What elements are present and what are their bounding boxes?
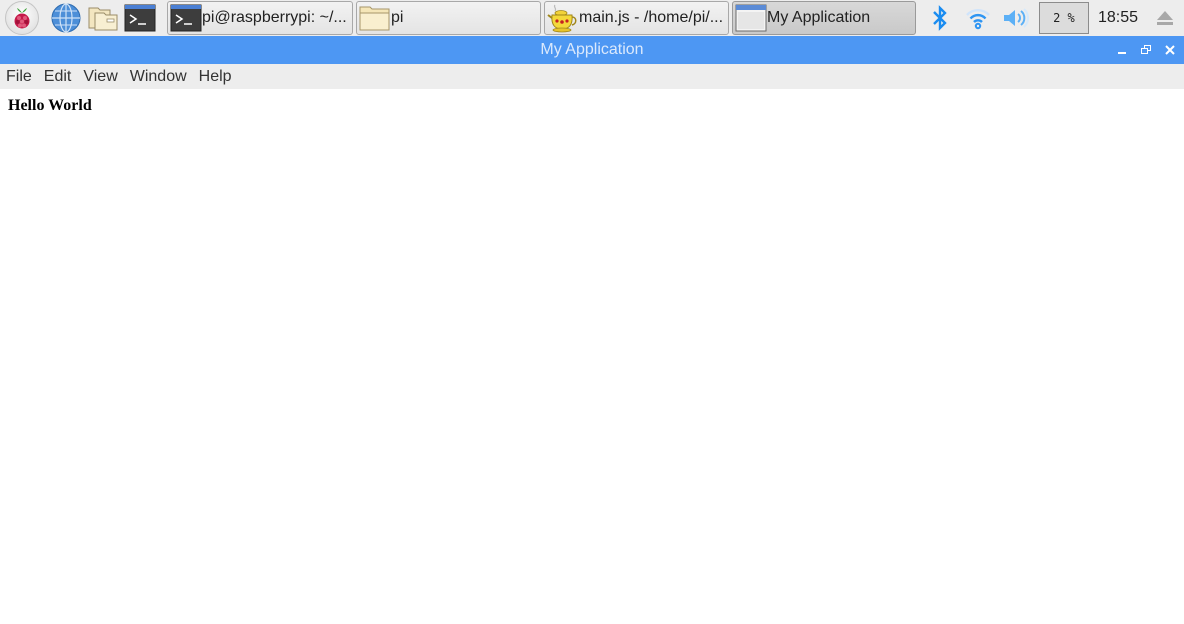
folder-icon [359, 3, 391, 33]
terminal-launcher[interactable] [123, 1, 157, 35]
raspberry-menu-button[interactable] [5, 1, 39, 35]
menu-help[interactable]: Help [199, 68, 232, 86]
task-label: main.js - /home/pi/... [579, 9, 724, 26]
bluetooth-icon[interactable] [921, 0, 959, 36]
menu-view[interactable]: View [83, 68, 117, 86]
window-titlebar[interactable]: My Application [0, 36, 1184, 64]
web-browser-launcher[interactable] [49, 1, 83, 35]
task-label: pi [391, 9, 404, 26]
geany-teapot-icon [547, 3, 579, 33]
raspberry-icon [14, 8, 30, 29]
folder-icon [88, 7, 118, 31]
cpu-usage-monitor[interactable]: 2 % [1038, 2, 1089, 34]
minimize-button[interactable] [1110, 36, 1134, 64]
terminal-icon [170, 3, 202, 33]
menu-file[interactable]: File [6, 68, 32, 86]
task-terminal[interactable]: pi@raspberrypi: ~/... [167, 1, 353, 35]
restore-icon [1141, 45, 1151, 54]
wifi-icon[interactable] [959, 0, 997, 36]
task-my-application[interactable]: My Application [732, 1, 916, 35]
hello-heading: Hello World [8, 97, 92, 114]
taskbar: pi@raspberrypi: ~/... pi main.js - /home… [0, 0, 1184, 36]
task-file-manager[interactable]: pi [356, 1, 541, 35]
menu-window[interactable]: Window [130, 68, 187, 86]
menu-bar: File Edit View Window Help [0, 64, 1184, 89]
window-title: My Application [540, 41, 644, 58]
window-icon [735, 3, 767, 33]
terminal-icon [124, 4, 156, 32]
system-tray: 2 % 18:55 [921, 0, 1184, 36]
restore-button[interactable] [1134, 36, 1158, 64]
app-content: Hello World [0, 89, 1184, 624]
menu-edit[interactable]: Edit [44, 68, 72, 86]
globe-icon [51, 3, 81, 33]
clock[interactable]: 18:55 [1098, 9, 1138, 27]
eject-icon[interactable] [1150, 0, 1180, 36]
close-icon [1165, 45, 1175, 55]
task-label: pi@raspberrypi: ~/... [202, 9, 347, 26]
close-button[interactable] [1158, 36, 1182, 64]
task-geany-editor[interactable]: main.js - /home/pi/... [544, 1, 729, 35]
volume-icon[interactable] [997, 0, 1035, 36]
minimize-icon [1118, 52, 1126, 54]
file-manager-launcher[interactable] [86, 1, 120, 35]
task-label: My Application [767, 9, 871, 26]
